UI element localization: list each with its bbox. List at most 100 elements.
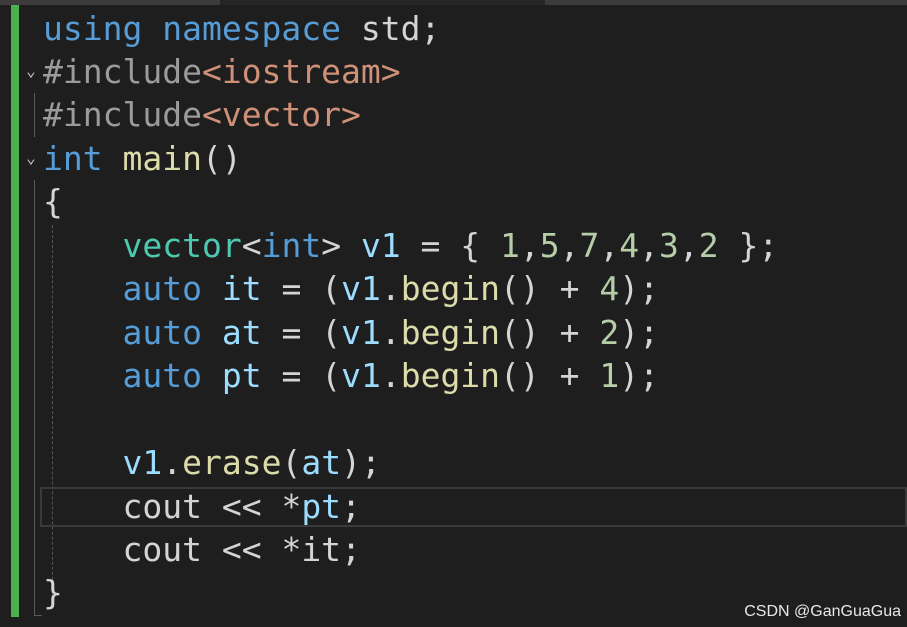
identifier-token: cout	[122, 487, 202, 526]
variable-token: at	[221, 313, 262, 352]
function-token: begin	[400, 269, 501, 308]
code-line-13[interactable]: cout << *it;	[0, 528, 907, 571]
brace-token: {	[43, 182, 63, 221]
function-token: begin	[400, 356, 501, 395]
operator-token: << *	[201, 487, 302, 526]
keyword-token: namespace	[162, 9, 342, 48]
punctuation-token: ,	[519, 226, 540, 265]
variable-token: at	[301, 443, 342, 482]
include-path-token: <iostream>	[201, 52, 401, 91]
type-token: vector	[122, 226, 242, 265]
top-bar-segment	[0, 0, 220, 5]
punctuation-token: ;	[341, 530, 361, 569]
preprocessor-token: #include	[43, 52, 202, 91]
chevron-down-icon[interactable]: ⌄	[22, 149, 40, 167]
punctuation-token: .	[380, 269, 401, 308]
punctuation-token: .	[380, 356, 401, 395]
variable-token: v1	[122, 443, 163, 482]
editor-top-bar	[0, 0, 907, 5]
punctuation-token: = (	[261, 269, 342, 308]
identifier-token: cout	[122, 530, 202, 569]
code-line-3[interactable]: #include<vector>	[0, 93, 907, 136]
number-token: 4	[619, 226, 640, 265]
function-token: begin	[400, 313, 501, 352]
chevron-down-icon[interactable]: ⌄	[22, 62, 40, 80]
number-token: 3	[659, 226, 679, 265]
variable-token: v1	[341, 356, 381, 395]
punctuation-token: .	[380, 313, 401, 352]
number-token: 2	[698, 226, 719, 265]
punctuation-token: () +	[500, 313, 600, 352]
identifier-token: std;	[341, 9, 441, 48]
code-text: #include<vector>	[43, 93, 361, 136]
function-token: main	[122, 139, 202, 178]
punctuation-token: <	[241, 226, 262, 265]
punctuation-token: = (	[261, 313, 342, 352]
punctuation-token: (	[281, 443, 302, 482]
variable-token: pt	[301, 487, 342, 526]
code-text: auto pt = (v1.begin() + 1);	[43, 354, 659, 397]
code-line-1[interactable]: using namespace std;	[0, 7, 907, 50]
punctuation-token: () +	[500, 356, 600, 395]
keyword-token: auto	[122, 313, 202, 352]
variable-token: v1	[341, 269, 381, 308]
keyword-token: int	[261, 226, 322, 265]
variable-token: pt	[221, 356, 262, 395]
preprocessor-token: #include	[43, 95, 202, 134]
number-token: 1	[599, 356, 620, 395]
code-text: v1.erase(at);	[43, 441, 380, 484]
code-text: vector<int> v1 = { 1,5,7,4,3,2 };	[43, 224, 778, 267]
punctuation-token: ()	[201, 139, 242, 178]
code-text: #include<iostream>	[43, 50, 401, 93]
code-text: int main()	[43, 137, 242, 180]
punctuation-token: ,	[599, 226, 620, 265]
number-token: 5	[539, 226, 560, 265]
punctuation-token: ,	[678, 226, 699, 265]
top-bar-segment	[545, 0, 907, 5]
variable-token: it	[221, 269, 262, 308]
code-line-8[interactable]: auto at = (v1.begin() + 2);	[0, 311, 907, 354]
code-line-9[interactable]: auto pt = (v1.begin() + 1);	[0, 354, 907, 397]
identifier-token: it	[301, 530, 342, 569]
include-path-token: <vector>	[201, 95, 361, 134]
keyword-token: int	[43, 139, 103, 178]
code-line-12[interactable]: cout << *pt;	[0, 485, 907, 528]
code-line-6[interactable]: vector<int> v1 = { 1,5,7,4,3,2 };	[0, 224, 907, 267]
punctuation-token: };	[718, 226, 779, 265]
code-line-4[interactable]: ⌄ int main()	[0, 137, 907, 180]
code-editor[interactable]: using namespace std; ⌄ #include<iostream…	[0, 0, 907, 627]
punctuation-token: = {	[400, 226, 501, 265]
keyword-token: auto	[122, 356, 202, 395]
code-line-10[interactable]	[0, 398, 907, 441]
variable-token: v1	[360, 226, 401, 265]
code-text: auto at = (v1.begin() + 2);	[43, 311, 659, 354]
code-line-5[interactable]: {	[0, 180, 907, 223]
punctuation-token: ,	[639, 226, 660, 265]
punctuation-token: () +	[500, 269, 600, 308]
code-text: auto it = (v1.begin() + 4);	[43, 267, 659, 310]
code-line-2[interactable]: ⌄ #include<iostream>	[0, 50, 907, 93]
punctuation-token: );	[619, 313, 660, 352]
code-line-7[interactable]: auto it = (v1.begin() + 4);	[0, 267, 907, 310]
number-token: 7	[579, 226, 600, 265]
code-text: }	[43, 571, 63, 614]
punctuation-token: ;	[341, 487, 361, 526]
brace-token: }	[43, 573, 63, 612]
punctuation-token: .	[162, 443, 183, 482]
keyword-token: using	[43, 9, 143, 48]
number-token: 4	[599, 269, 620, 308]
code-text: {	[43, 180, 63, 223]
function-token: erase	[182, 443, 282, 482]
code-line-11[interactable]: v1.erase(at);	[0, 441, 907, 484]
